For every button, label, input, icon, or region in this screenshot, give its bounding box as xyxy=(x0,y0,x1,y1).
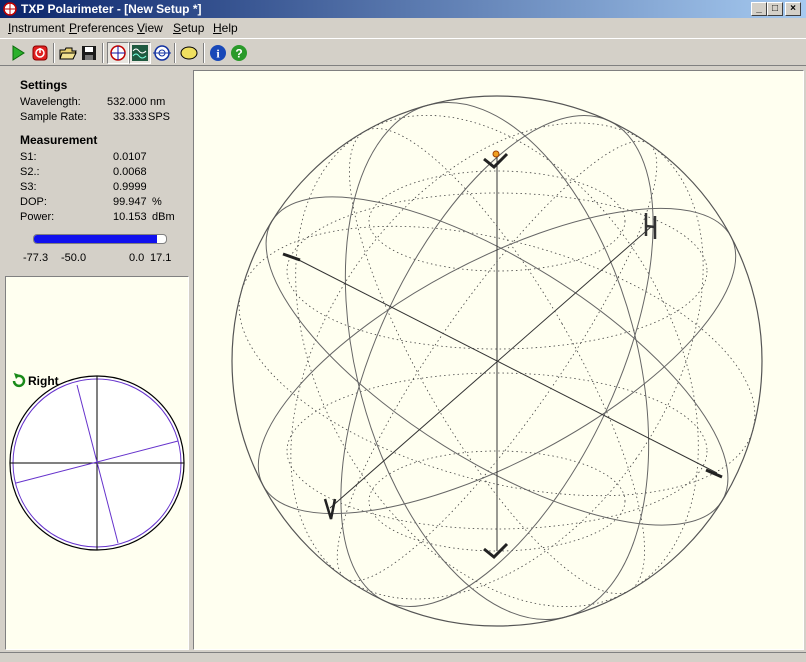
toolbar: i ? xyxy=(0,38,806,66)
h-label xyxy=(644,213,657,239)
s2-label: S2.: xyxy=(20,166,40,178)
s1-axis xyxy=(290,255,718,474)
ellipse-view-canvas: Right xyxy=(9,373,185,551)
power-value: 10.153 xyxy=(113,211,147,223)
info-button[interactable]: i xyxy=(207,42,229,64)
ellipse-view-panel: Right xyxy=(5,276,189,650)
title-bar: TXP Polarimeter - [New Setup *] _ □ × xyxy=(0,0,806,18)
maximize-button[interactable]: □ xyxy=(767,2,783,16)
wavelength-unit: nm xyxy=(150,96,166,108)
v-label xyxy=(323,498,337,520)
sample-rate-label: Sample Rate: xyxy=(20,111,87,123)
sample-rate-value: 33.333 xyxy=(113,111,147,123)
s3-value: 0.9999 xyxy=(113,181,147,193)
stop-button[interactable] xyxy=(29,42,51,64)
save-icon xyxy=(82,46,96,60)
help-icon: ? xyxy=(231,45,247,61)
info-icon: i xyxy=(210,45,226,61)
s1-value: 0.0107 xyxy=(113,151,147,163)
dop-value: 99.947 xyxy=(113,196,147,208)
toolbar-separator xyxy=(174,43,176,63)
poincare-sphere[interactable] xyxy=(194,71,803,649)
handedness-label: Right xyxy=(28,374,59,388)
menu-help[interactable]: Help xyxy=(213,21,238,35)
help-button[interactable]: ? xyxy=(228,42,250,64)
menu-preferences[interactable]: Preferences xyxy=(69,21,134,35)
power-scale-zero: 0.0 xyxy=(129,252,145,264)
stop-icon xyxy=(32,45,48,61)
toolbar-separator xyxy=(102,43,104,63)
power-bar-fill xyxy=(34,235,157,243)
svg-text:?: ? xyxy=(235,47,242,61)
toolbar-separator xyxy=(53,43,55,63)
dop-unit: % xyxy=(152,196,162,208)
open-button[interactable] xyxy=(57,42,79,64)
target-view-button[interactable] xyxy=(151,42,173,64)
rotation-arrow-icon xyxy=(12,373,26,388)
menu-bar: Instrument Preferences View Setup Help xyxy=(0,18,806,37)
sphere-view-button[interactable] xyxy=(107,42,129,64)
sample-rate-unit: SPS xyxy=(148,111,171,123)
menu-setup[interactable]: Setup xyxy=(173,21,204,35)
poincare-sphere-panel xyxy=(193,70,804,650)
target-view-icon xyxy=(153,45,171,61)
play-button[interactable] xyxy=(7,42,29,64)
power-scale-max: 17.1 xyxy=(150,252,172,264)
close-button[interactable]: × xyxy=(785,2,801,16)
s1-label: S1: xyxy=(20,151,37,163)
measurement-heading: Measurement xyxy=(20,133,98,147)
status-bar xyxy=(0,652,806,662)
ellipse-icon xyxy=(180,46,198,60)
chart-view-icon xyxy=(132,45,148,61)
power-unit: dBm xyxy=(152,211,175,223)
sphere-view-icon xyxy=(110,45,126,61)
s3-label: S3: xyxy=(20,181,37,193)
open-icon xyxy=(59,47,77,60)
minimize-button[interactable]: _ xyxy=(751,2,767,16)
dop-label: DOP: xyxy=(20,196,47,208)
wavelength-value: 532.000 xyxy=(107,96,147,108)
wavelength-label: Wavelength: xyxy=(20,96,81,108)
power-bar xyxy=(33,234,167,244)
menu-instrument[interactable]: Instrument xyxy=(8,21,65,35)
app-icon xyxy=(3,2,17,16)
left-marker xyxy=(282,252,301,262)
power-label: Power: xyxy=(20,211,55,223)
s2-value: 0.0068 xyxy=(113,166,147,178)
bottom-marker xyxy=(483,542,509,560)
power-scale-min: -77.3 xyxy=(23,252,49,264)
power-scale-mid: -50.0 xyxy=(61,252,87,264)
readout-panel: Settings Wavelength: 532.000 nm Sample R… xyxy=(5,70,189,270)
settings-heading: Settings xyxy=(20,78,68,92)
save-button[interactable] xyxy=(78,42,100,64)
menu-view[interactable]: View xyxy=(137,21,163,35)
polarization-state-point[interactable] xyxy=(492,150,500,158)
toolbar-separator xyxy=(203,43,205,63)
ellipse-button[interactable] xyxy=(178,42,200,64)
window-title: TXP Polarimeter - [New Setup *] xyxy=(21,2,202,16)
chart-view-button[interactable] xyxy=(129,42,151,64)
play-icon xyxy=(12,45,25,61)
